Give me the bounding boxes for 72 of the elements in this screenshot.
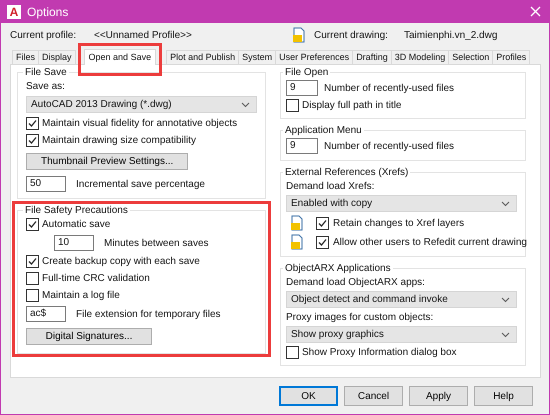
field-label: File extension for temporary files bbox=[76, 308, 221, 320]
checkbox[interactable] bbox=[286, 346, 299, 359]
input-field[interactable]: 10 bbox=[54, 235, 94, 251]
group-title: File Safety Precautions bbox=[24, 205, 129, 216]
checkbox[interactable] bbox=[26, 117, 39, 130]
checkbox-label: Full-time CRC validation bbox=[42, 273, 150, 284]
dropdown[interactable]: Show proxy graphics bbox=[286, 326, 517, 343]
checkbox-label: Show Proxy Information dialog box bbox=[302, 347, 457, 358]
group-title: File Open bbox=[284, 67, 330, 78]
profile-label: Current profile: bbox=[10, 30, 78, 40]
dialog-button[interactable]: Cancel bbox=[344, 386, 403, 406]
dialog-button[interactable]: Apply bbox=[409, 386, 468, 406]
field-label: Number of recently-used files bbox=[324, 82, 454, 94]
checkbox[interactable] bbox=[26, 255, 39, 268]
checkbox-label: Automatic save bbox=[42, 219, 110, 230]
group-title: ObjectARX Applications bbox=[284, 263, 392, 274]
window-title: Options bbox=[27, 4, 68, 18]
drawing-label: Current drawing: bbox=[314, 30, 389, 40]
chevron-icon bbox=[501, 296, 510, 302]
dialog-button[interactable]: OK bbox=[279, 386, 338, 406]
chevron-icon bbox=[501, 332, 510, 338]
tab[interactable]: Display bbox=[38, 50, 76, 64]
close-icon[interactable] bbox=[530, 6, 541, 17]
tab[interactable]: Files bbox=[12, 50, 40, 64]
checkbox[interactable] bbox=[26, 218, 39, 231]
group-title: External References (Xrefs) bbox=[284, 167, 410, 178]
checkbox-label: Create backup copy with each save bbox=[42, 256, 200, 267]
field-label: Minutes between saves bbox=[104, 238, 209, 248]
input-field[interactable]: 9 bbox=[286, 138, 318, 154]
checkbox[interactable] bbox=[26, 134, 39, 147]
input-field[interactable]: 50 bbox=[26, 176, 66, 192]
field-label: Incremental save percentage bbox=[76, 178, 205, 190]
drawing-file-icon bbox=[290, 234, 304, 250]
dropdown[interactable]: Enabled with copy bbox=[286, 195, 517, 212]
settings-button[interactable]: Thumbnail Preview Settings... bbox=[26, 153, 188, 170]
checkbox[interactable] bbox=[26, 289, 39, 302]
dropdown[interactable]: AutoCAD 2013 Drawing (*.dwg) bbox=[26, 96, 257, 113]
drawing-name: Taimienphi.vn_2.dwg bbox=[404, 30, 498, 40]
input-field[interactable]: 9 bbox=[286, 80, 318, 96]
chevron-icon bbox=[241, 102, 250, 108]
profile-name: <<Unnamed Profile>> bbox=[94, 30, 193, 40]
checkbox-label: Retain changes to Xref layers bbox=[333, 218, 464, 228]
tab[interactable]: System bbox=[238, 50, 276, 64]
tab[interactable]: Drafting bbox=[352, 50, 392, 64]
checkbox-label: Display full path in title bbox=[302, 100, 402, 111]
tab[interactable]: Open and Save bbox=[84, 49, 156, 65]
drawing-file-icon bbox=[292, 27, 306, 43]
tab[interactable]: 3D Modeling bbox=[390, 50, 450, 64]
chevron-icon bbox=[501, 200, 510, 206]
group-title: Application Menu bbox=[284, 125, 363, 136]
tab[interactable]: Profiles bbox=[492, 50, 530, 64]
dialog-button[interactable]: Help bbox=[474, 386, 533, 406]
field-label: Demand load ObjectARX apps: bbox=[286, 277, 426, 288]
input-field[interactable]: ac$ bbox=[26, 306, 66, 322]
checkbox-label: Maintain a log file bbox=[42, 290, 120, 301]
drawing-file-icon bbox=[290, 215, 304, 231]
checkbox-label: Maintain visual fidelity for annotative objects bbox=[42, 118, 238, 129]
checkbox[interactable] bbox=[316, 236, 329, 248]
checkbox[interactable] bbox=[316, 216, 329, 230]
field-label: Demand load Xrefs: bbox=[286, 181, 376, 192]
group-title: File Save bbox=[24, 67, 68, 78]
settings-button[interactable]: Digital Signatures... bbox=[26, 328, 152, 345]
tab[interactable]: Plot and Publish bbox=[166, 50, 240, 64]
field-label: Proxy images for custom objects: bbox=[286, 312, 434, 323]
checkbox-label: Allow other users to Refedit current drawing bbox=[333, 236, 527, 248]
field-label: Save as: bbox=[26, 81, 66, 92]
app-logo: A bbox=[7, 4, 21, 18]
checkbox[interactable] bbox=[286, 99, 299, 112]
checkbox[interactable] bbox=[26, 272, 39, 285]
checkbox-label: Maintain drawing size compatibility bbox=[42, 135, 196, 146]
dropdown[interactable]: Object detect and command invoke bbox=[286, 291, 517, 308]
field-label: Number of recently-used files bbox=[324, 140, 454, 152]
